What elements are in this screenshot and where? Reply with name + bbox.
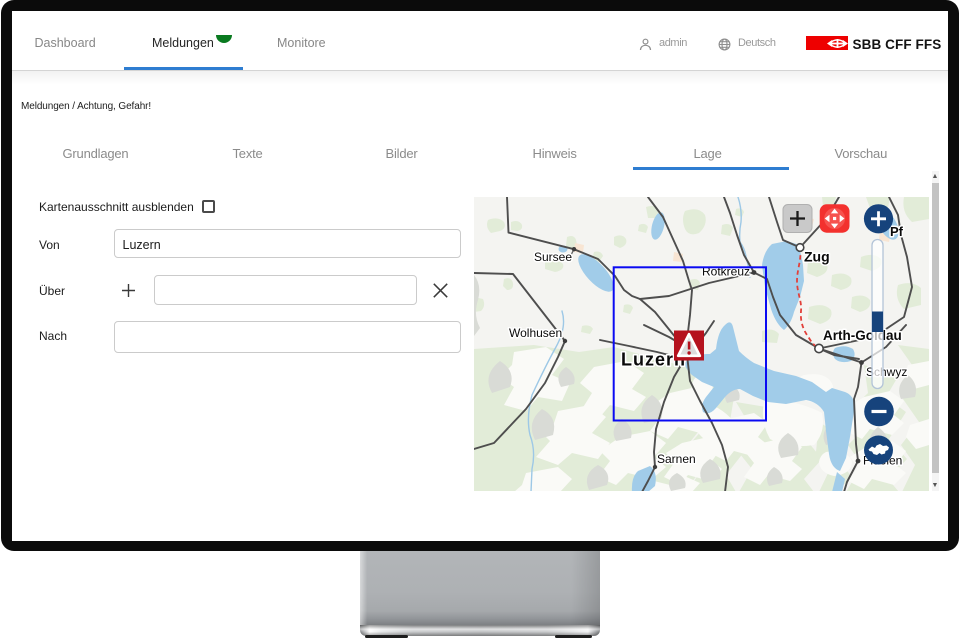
- svg-text:Wolhusen: Wolhusen: [509, 326, 562, 340]
- svg-text:Pf: Pf: [890, 224, 904, 239]
- svg-text:Zug: Zug: [804, 248, 830, 264]
- svg-text:Arth-Goldau: Arth-Goldau: [823, 328, 902, 343]
- svg-text:Sursee: Sursee: [534, 250, 572, 264]
- svg-text:Sarnen: Sarnen: [657, 452, 696, 466]
